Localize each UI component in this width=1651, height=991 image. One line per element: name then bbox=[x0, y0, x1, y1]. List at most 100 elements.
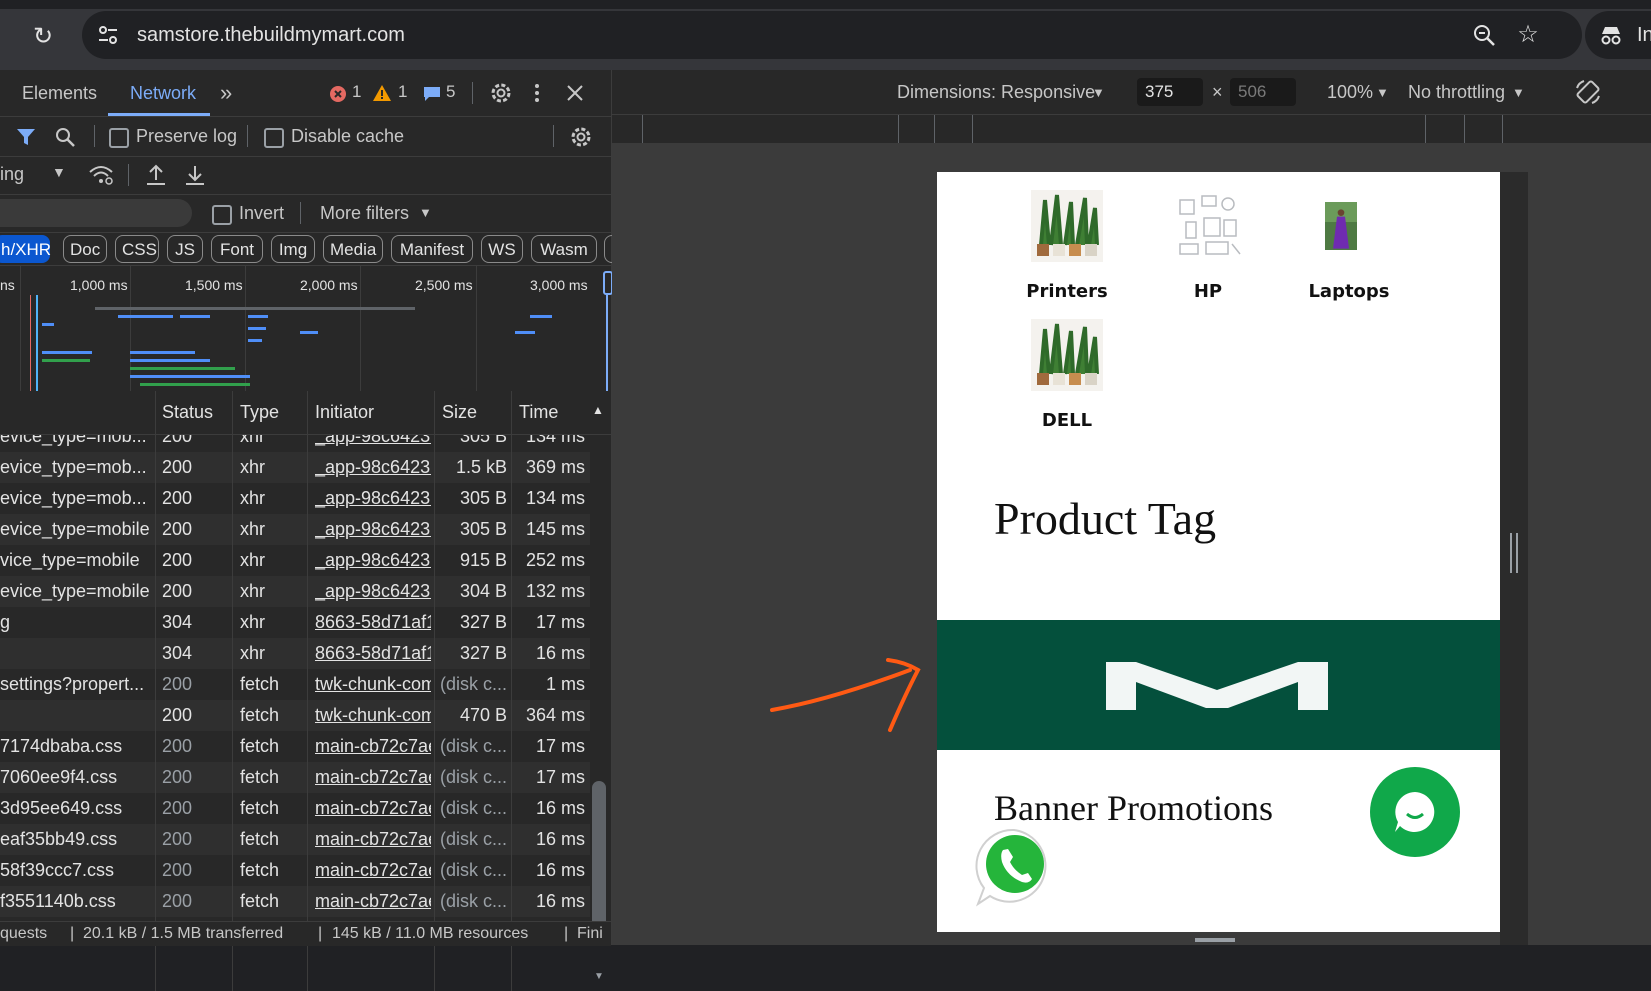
chevron-down-icon[interactable]: ▼ bbox=[1376, 85, 1389, 100]
star-icon[interactable]: ☆ bbox=[1514, 21, 1542, 49]
throttling-dropdown[interactable]: No throttling bbox=[1408, 82, 1505, 103]
url-text[interactable]: samstore.thebuildmymart.com bbox=[137, 24, 405, 47]
chevron-down-icon[interactable]: ▼ bbox=[52, 164, 66, 180]
filter-icon[interactable] bbox=[15, 126, 37, 148]
table-row[interactable]: evice_type=mob... 200 xhr _app-98c64232 1.5 … bbox=[0, 452, 590, 483]
cell-initiator[interactable]: _app-98c64232 bbox=[315, 452, 431, 483]
height-input[interactable]: 506 bbox=[1230, 78, 1296, 106]
category-hp[interactable]: HP bbox=[1148, 190, 1268, 302]
table-row[interactable]: 3d95ee649.css 200 fetch main-cb72c7ae (disk … bbox=[0, 793, 590, 824]
address-bar[interactable]: samstore.thebuildmymart.com ☆ bbox=[82, 11, 1582, 59]
column-header-initiator[interactable]: Initiator bbox=[315, 391, 374, 434]
settings-icon[interactable] bbox=[489, 81, 513, 105]
table-row[interactable]: eaf35bb49.css 200 fetch main-cb72c7ae (disk … bbox=[0, 824, 590, 855]
error-icon[interactable] bbox=[329, 85, 347, 103]
reload-icon[interactable]: ↻ bbox=[28, 22, 58, 52]
table-row[interactable]: 58f39ccc7.css 200 fetch main-cb72c7ae (disk … bbox=[0, 855, 590, 886]
disable-cache-checkbox[interactable] bbox=[264, 128, 284, 148]
cell-initiator[interactable]: twk-chunk-com bbox=[315, 700, 431, 731]
table-row[interactable]: f3551140b.css 200 fetch main-cb72c7ae (disk … bbox=[0, 886, 590, 917]
category-printers[interactable]: Printers bbox=[1007, 190, 1127, 302]
width-input[interactable]: 375 bbox=[1137, 78, 1203, 106]
zoom-icon[interactable] bbox=[1470, 21, 1498, 49]
invert-label[interactable]: Invert bbox=[239, 203, 284, 224]
category-dell[interactable]: DELL bbox=[1007, 319, 1127, 431]
cell-initiator[interactable]: main-cb72c7ae bbox=[315, 824, 431, 855]
table-row[interactable]: 200 fetch twk-chunk-com 470 B 364 ms bbox=[0, 700, 590, 731]
column-header-time[interactable]: Time bbox=[519, 391, 558, 434]
cell-initiator[interactable]: _app-98c64232 bbox=[315, 435, 431, 452]
cell-initiator[interactable]: main-cb72c7ae bbox=[315, 855, 431, 886]
table-row[interactable]: evice_type=mob... 200 xhr _app-98c64232 305 … bbox=[0, 435, 590, 452]
column-header-size[interactable]: Size bbox=[442, 391, 477, 434]
chevron-down-icon[interactable]: ▼ bbox=[1512, 85, 1525, 100]
dimensions-dropdown[interactable]: Dimensions: Responsive bbox=[897, 82, 1095, 103]
sort-ascending-icon[interactable]: ▲ bbox=[592, 403, 604, 417]
live-chat-button[interactable] bbox=[1370, 767, 1460, 857]
cell-initiator[interactable]: 8663-58d71af1 bbox=[315, 607, 431, 638]
table-row[interactable]: g 304 xhr 8663-58d71af1 327 B 17 ms bbox=[0, 607, 590, 638]
close-icon[interactable] bbox=[566, 84, 584, 102]
preserve-log-label[interactable]: Preserve log bbox=[136, 126, 237, 147]
zoom-dropdown[interactable]: 100% bbox=[1327, 82, 1373, 103]
bottom-resize-handle[interactable] bbox=[1195, 938, 1235, 942]
cell-initiator[interactable]: twk-chunk-com bbox=[315, 669, 431, 700]
warning-count[interactable]: 1 bbox=[398, 82, 407, 102]
message-count[interactable]: 5 bbox=[446, 82, 455, 102]
table-row[interactable]: 7060ee9f4.css 200 fetch main-cb72c7ae (disk … bbox=[0, 762, 590, 793]
more-filters-dropdown[interactable]: More filters bbox=[320, 203, 409, 224]
invert-checkbox[interactable] bbox=[212, 205, 232, 225]
message-icon[interactable] bbox=[423, 86, 441, 102]
cell-initiator[interactable]: main-cb72c7ae bbox=[315, 886, 431, 917]
filter-fetch-xhr[interactable]: h/XHR bbox=[0, 235, 51, 263]
resize-handle-icon[interactable] bbox=[1510, 533, 1518, 573]
table-row[interactable]: evice_type=mobile 200 xhr _app-98c64232 304 … bbox=[0, 576, 590, 607]
media-query-ruler[interactable] bbox=[612, 114, 1651, 144]
network-overview-timeline[interactable]: ns 1,000 ms 1,500 ms 2,000 ms 2,500 ms 3… bbox=[0, 265, 613, 392]
cell-initiator[interactable]: _app-98c64232 bbox=[315, 545, 431, 576]
table-row[interactable]: settings?propert... 200 fetch twk-chunk-com… bbox=[0, 669, 590, 700]
table-row[interactable]: 304 xhr 8663-58d71af1 327 B 16 ms bbox=[0, 638, 590, 669]
network-settings-icon[interactable] bbox=[569, 125, 593, 149]
filter-ws[interactable]: WS bbox=[481, 235, 523, 263]
scroll-down-icon[interactable]: ▼ bbox=[594, 971, 604, 982]
error-count[interactable]: 1 bbox=[352, 82, 361, 102]
filter-css[interactable]: CSS bbox=[115, 235, 159, 263]
more-options-icon[interactable] bbox=[531, 81, 543, 105]
chevron-down-icon[interactable]: ▼ bbox=[1092, 85, 1105, 100]
disable-cache-label[interactable]: Disable cache bbox=[291, 126, 404, 147]
site-info-icon[interactable] bbox=[96, 23, 120, 47]
cell-initiator[interactable]: _app-98c64232 bbox=[315, 483, 431, 514]
throttling-select[interactable]: ing bbox=[0, 164, 24, 185]
table-row[interactable]: evice_type=mobile 200 xhr _app-98c64232 305 … bbox=[0, 514, 590, 545]
whatsapp-icon[interactable] bbox=[972, 824, 1057, 909]
chevron-down-icon[interactable]: ▼ bbox=[419, 205, 432, 220]
table-row[interactable]: evice_type=mob... 200 xhr _app-98c64232 305 … bbox=[0, 483, 590, 514]
filter-media[interactable]: Media bbox=[323, 235, 383, 263]
filter-img[interactable]: Img bbox=[271, 235, 315, 263]
cell-initiator[interactable]: main-cb72c7ae bbox=[315, 762, 431, 793]
preserve-log-checkbox[interactable] bbox=[109, 128, 129, 148]
cell-initiator[interactable]: _app-98c64232 bbox=[315, 514, 431, 545]
cell-initiator[interactable]: _app-98c64232 bbox=[315, 576, 431, 607]
network-conditions-icon[interactable] bbox=[88, 164, 114, 186]
cell-initiator[interactable]: main-cb72c7ae bbox=[315, 731, 431, 762]
column-header-status[interactable]: Status bbox=[162, 391, 213, 434]
search-icon[interactable] bbox=[54, 126, 76, 148]
profile-button[interactable]: In bbox=[1585, 11, 1651, 59]
export-har-icon[interactable] bbox=[184, 163, 206, 187]
tab-network[interactable]: Network bbox=[130, 70, 196, 116]
filter-doc[interactable]: Doc bbox=[63, 235, 107, 263]
filter-js[interactable]: JS bbox=[167, 235, 203, 263]
filter-font[interactable]: Font bbox=[211, 235, 263, 263]
cell-initiator[interactable]: 8663-58d71af1 bbox=[315, 638, 431, 669]
banner-image[interactable] bbox=[937, 620, 1500, 750]
more-tabs-icon[interactable]: » bbox=[220, 70, 232, 116]
filter-wasm[interactable]: Wasm bbox=[531, 235, 597, 263]
cell-initiator[interactable]: main-cb72c7ae bbox=[315, 793, 431, 824]
category-laptops[interactable]: Laptops bbox=[1289, 190, 1409, 302]
column-header-type[interactable]: Type bbox=[240, 391, 279, 434]
table-row[interactable]: vice_type=mobile 200 xhr _app-98c64232 915 B… bbox=[0, 545, 590, 576]
import-har-icon[interactable] bbox=[145, 163, 167, 187]
filter-manifest[interactable]: Manifest bbox=[391, 235, 473, 263]
